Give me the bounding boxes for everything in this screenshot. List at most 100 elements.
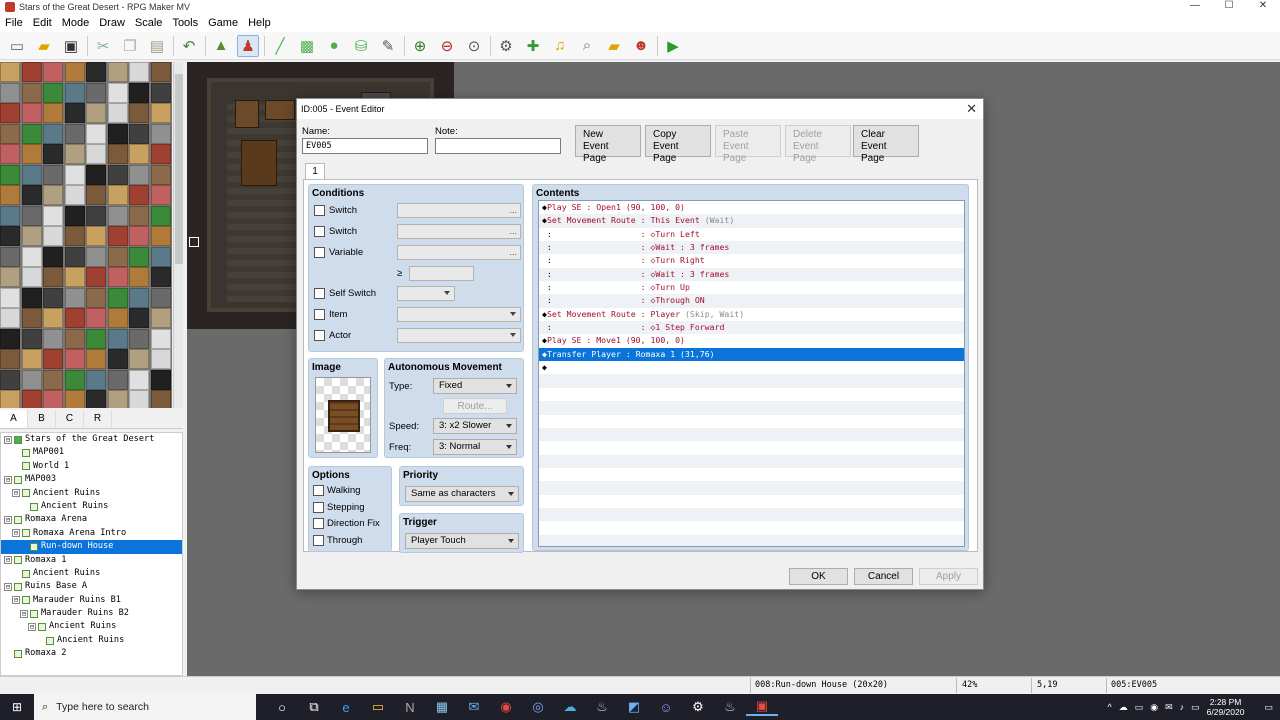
event-searcher-icon[interactable]: ⌕: [576, 35, 598, 57]
tile-swatch[interactable]: [86, 390, 106, 408]
map-tree-item[interactable]: Ancient Ruins: [1, 634, 182, 647]
tile-swatch[interactable]: [107, 390, 128, 408]
tile-swatch[interactable]: [64, 103, 85, 123]
tile-swatch[interactable]: [150, 267, 171, 287]
discord-icon[interactable]: ☺: [650, 700, 682, 715]
menu-help[interactable]: Help: [243, 17, 276, 29]
tile-swatch[interactable]: [129, 328, 149, 349]
tile-swatch[interactable]: [150, 164, 171, 185]
walking-checkbox[interactable]: [313, 485, 324, 496]
tile-swatch[interactable]: [150, 390, 171, 408]
app-n-icon[interactable]: N: [394, 700, 426, 715]
map-tree-item[interactable]: Run-down House: [1, 540, 182, 554]
event-name-input[interactable]: EV005: [302, 138, 428, 154]
tile-swatch[interactable]: [0, 267, 20, 287]
menu-scale[interactable]: Scale: [130, 17, 168, 29]
rpg-maker-taskbar-icon[interactable]: ▣: [746, 698, 778, 716]
tile-swatch[interactable]: [129, 308, 149, 328]
map-tree-item[interactable]: ⊟ Romaxa Arena Intro: [1, 527, 182, 540]
empty-command-row[interactable]: [539, 534, 964, 546]
tile-swatch[interactable]: [43, 164, 63, 185]
tile-swatch[interactable]: [43, 308, 63, 328]
tile-swatch[interactable]: [150, 103, 171, 123]
tile-swatch[interactable]: [150, 246, 171, 267]
tile-swatch[interactable]: [0, 369, 20, 390]
tile-swatch[interactable]: [86, 267, 106, 287]
tile-swatch[interactable]: [43, 287, 63, 308]
tile-swatch[interactable]: [0, 349, 20, 369]
tile-swatch[interactable]: [107, 287, 128, 308]
tile-swatch[interactable]: [0, 287, 20, 308]
map-tree-item[interactable]: ⊟ Ancient Ruins: [1, 620, 182, 633]
tile-swatch[interactable]: [86, 62, 106, 82]
tile-swatch[interactable]: [86, 287, 106, 308]
tile-swatch[interactable]: [64, 123, 85, 144]
tile-swatch[interactable]: [43, 123, 63, 144]
close-window-button[interactable]: ✕: [1246, 0, 1280, 14]
event-command-row[interactable]: ◆Play SE : Move1 (90, 100, 0): [539, 334, 964, 347]
tileset-tab-c[interactable]: C: [56, 410, 84, 428]
empty-command-row[interactable]: [539, 427, 964, 442]
tile-swatch[interactable]: [86, 123, 106, 144]
tile-swatch[interactable]: [21, 349, 42, 369]
dialog-close-icon[interactable]: ✕: [966, 101, 977, 117]
edge-icon[interactable]: e: [330, 700, 362, 715]
tile-swatch[interactable]: [150, 62, 171, 82]
tile-swatch[interactable]: [0, 82, 20, 103]
tile-swatch[interactable]: [43, 390, 63, 408]
empty-command-row[interactable]: [539, 507, 964, 522]
route-button[interactable]: Route...: [443, 398, 507, 414]
tile-swatch[interactable]: [86, 369, 106, 390]
network-icon[interactable]: ◉: [1150, 702, 1158, 713]
tile-swatch[interactable]: [107, 246, 128, 267]
menu-draw[interactable]: Draw: [94, 17, 130, 29]
database-icon[interactable]: ⚙: [495, 35, 517, 57]
menu-mode[interactable]: Mode: [57, 17, 95, 29]
switch1-checkbox[interactable]: [314, 205, 325, 216]
actor-checkbox[interactable]: [314, 330, 325, 341]
store-icon[interactable]: ▦: [426, 699, 458, 715]
tile-swatch[interactable]: [21, 164, 42, 185]
tile-swatch[interactable]: [107, 226, 128, 246]
tile-swatch[interactable]: [64, 82, 85, 103]
file-explorer-icon[interactable]: ▭: [362, 699, 394, 715]
tile-swatch[interactable]: [129, 287, 149, 308]
tile-swatch[interactable]: [43, 267, 63, 287]
copy-icon[interactable]: ❐: [119, 35, 141, 57]
cut-icon[interactable]: ✂: [92, 35, 114, 57]
variable-selector[interactable]: ...: [397, 245, 521, 260]
tile-swatch[interactable]: [107, 308, 128, 328]
tile-swatch[interactable]: [43, 103, 63, 123]
save-icon[interactable]: ▣: [60, 35, 82, 57]
delete-event-page-button[interactable]: Delete Event Page: [785, 125, 851, 164]
tile-swatch[interactable]: [86, 103, 106, 123]
tileset-tab-b[interactable]: B: [28, 410, 56, 428]
tile-swatch[interactable]: [129, 205, 149, 226]
ok-button[interactable]: OK: [789, 568, 848, 585]
tile-swatch[interactable]: [21, 144, 42, 164]
tile-swatch[interactable]: [150, 82, 171, 103]
tile-swatch[interactable]: [129, 226, 149, 246]
tile-swatch[interactable]: [86, 308, 106, 328]
tile-swatch[interactable]: [150, 287, 171, 308]
collapse-toggle-icon[interactable]: ⊟: [12, 489, 20, 498]
steam-icon-2[interactable]: ♨: [714, 699, 746, 715]
event-command-row[interactable]: : : ◇Through ON: [539, 294, 964, 308]
movement-speed-dropdown[interactable]: 3: x2 Slower: [433, 418, 517, 434]
tile-swatch[interactable]: [0, 308, 20, 328]
event-mode-icon[interactable]: ♟: [237, 34, 259, 57]
collapse-toggle-icon[interactable]: ⊟: [12, 596, 20, 605]
map-tree-item[interactable]: ⊟ Ancient Ruins: [1, 487, 182, 500]
tile-swatch[interactable]: [64, 369, 85, 390]
plugin-manager-icon[interactable]: ✚: [522, 35, 544, 57]
tileset-palette[interactable]: [0, 62, 172, 408]
tile-swatch[interactable]: [107, 62, 128, 82]
tile-swatch[interactable]: [129, 123, 149, 144]
empty-command-row[interactable]: [539, 495, 964, 508]
tile-swatch[interactable]: [43, 328, 63, 349]
switch1-selector[interactable]: ...: [397, 203, 521, 218]
paste-icon[interactable]: ▤: [146, 35, 168, 57]
event-command-row[interactable]: : : ◇1 Step Forward: [539, 321, 964, 335]
tile-swatch[interactable]: [150, 369, 171, 390]
tile-swatch[interactable]: [21, 267, 42, 287]
